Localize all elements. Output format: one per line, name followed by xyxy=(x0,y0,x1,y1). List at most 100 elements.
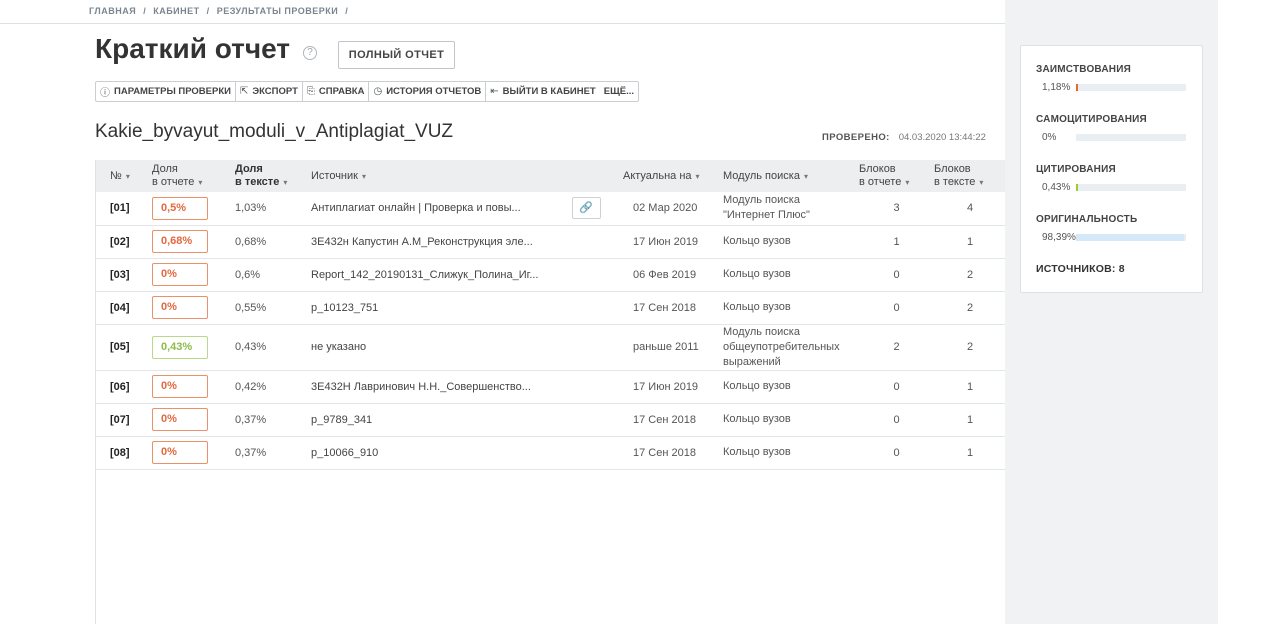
share-badge[interactable]: 0,5% xyxy=(152,196,208,220)
header-actual[interactable]: Актуальна на ▾ xyxy=(623,160,723,192)
header-label: в отчете xyxy=(859,176,902,188)
row-source[interactable]: p_10066_910 xyxy=(311,436,623,470)
help-icon[interactable]: ? xyxy=(303,46,317,60)
share-badge[interactable]: 0% xyxy=(152,408,208,431)
row-share-text: 0,42% xyxy=(235,370,311,404)
info-icon: ⓘ xyxy=(100,88,110,99)
header-blocks-text[interactable]: Блоков в тексте ▾ xyxy=(934,160,1006,192)
row-source[interactable]: Антиплагиат онлайн | Проверка и повы... 🔗 xyxy=(311,192,623,226)
header-label: в отчете xyxy=(152,176,195,188)
source-link[interactable]: Антиплагиат онлайн | Проверка и повы... xyxy=(311,202,521,214)
row-share-text: 0,55% xyxy=(235,291,311,325)
row-blocks-report: 2 xyxy=(859,324,934,371)
table-row[interactable]: [05] 0,43% 0,43% не указано раньше 2011 … xyxy=(96,324,1006,371)
row-module: Кольцо вузов xyxy=(723,225,859,259)
row-source[interactable]: p_10123_751 xyxy=(311,291,623,325)
toolbar-label: ПАРАМЕТРЫ ПРОВЕРКИ xyxy=(114,86,231,97)
row-num: [04] xyxy=(96,291,152,325)
share-badge[interactable]: 0,43% xyxy=(152,335,208,359)
stat-borrowings: ЗАИМСТВОВАНИЯ 1,18% xyxy=(1036,64,1186,93)
header-share-report[interactable]: Доля в отчете ▾ xyxy=(152,160,235,192)
help-book-icon: ⎘ xyxy=(306,86,315,97)
source-link[interactable]: 3E432н Капустин А.М_Реконструкция эле... xyxy=(311,236,533,248)
row-share-report: 0,5% xyxy=(152,192,235,226)
row-source[interactable]: не указано xyxy=(311,324,623,371)
row-blocks-report: 1 xyxy=(859,225,934,259)
row-share-report: 0% xyxy=(152,403,235,437)
row-module: Модуль поиска "Интернет Плюс" xyxy=(723,192,859,226)
link-icon[interactable]: 🔗 xyxy=(571,197,601,220)
stat-label: САМОЦИТИРОВАНИЯ xyxy=(1036,114,1147,125)
chevron-down-icon: ▾ xyxy=(905,178,910,187)
row-date: 02 Мар 2020 xyxy=(623,192,723,226)
share-badge[interactable]: 0% xyxy=(152,375,208,398)
stat-bar xyxy=(1076,184,1186,191)
full-report-button[interactable]: ПОЛНЫЙ ОТЧЕТ xyxy=(338,41,455,69)
toolbar-exit-cabinet[interactable]: ⇤ ВЫЙТИ В КАБИНЕТ xyxy=(486,82,599,101)
row-share-report: 0% xyxy=(152,436,235,470)
breadcrumb-separator: / xyxy=(206,6,210,16)
share-badge[interactable]: 0% xyxy=(152,296,208,319)
chevron-down-icon: ▾ xyxy=(125,171,130,181)
stat-bar-fill xyxy=(1076,184,1078,191)
row-share-report: 0,68% xyxy=(152,225,235,259)
row-share-text: 1,03% xyxy=(235,192,311,226)
toolbar-export[interactable]: ⇱ ЭКСПОРТ xyxy=(236,82,303,101)
header-label: № xyxy=(110,169,122,182)
share-badge[interactable]: 0% xyxy=(152,441,208,464)
checked-info: ПРОВЕРЕНО: 04.03.2020 13:44:22 xyxy=(822,132,986,143)
breadcrumb-results[interactable]: РЕЗУЛЬТАТЫ ПРОВЕРКИ xyxy=(217,6,339,16)
row-blocks-report: 0 xyxy=(859,403,934,437)
breadcrumb-home[interactable]: ГЛАВНАЯ xyxy=(89,6,136,16)
row-source[interactable]: 3E432Н Лавринович Н.Н._Совершенство... xyxy=(311,370,623,404)
table-row[interactable]: [06] 0% 0,42% 3E432Н Лавринович Н.Н._Сов… xyxy=(96,370,1006,404)
share-badge[interactable]: 0,68% xyxy=(152,230,208,253)
header-module[interactable]: Модуль поиска ▾ xyxy=(723,160,859,192)
row-blocks-text: 4 xyxy=(934,192,1006,226)
row-date: 17 Июн 2019 xyxy=(623,370,723,404)
chevron-down-icon: ▾ xyxy=(198,178,203,187)
sources-count: ИСТОЧНИКОВ: 8 xyxy=(1036,263,1125,275)
table-row[interactable]: [03] 0% 0,6% Report_142_20190131_Слижук_… xyxy=(96,258,1006,292)
table-row[interactable]: [02] 0,68% 0,68% 3E432н Капустин А.М_Рек… xyxy=(96,225,1006,259)
header-label: Доля xyxy=(235,163,263,175)
source-link[interactable]: Report_142_20190131_Слижук_Полина_Иг... xyxy=(311,269,538,281)
row-module: Кольцо вузов xyxy=(723,258,859,292)
report-toolbar: ⓘ ПАРАМЕТРЫ ПРОВЕРКИ ⇱ ЭКСПОРТ ⎘ СПРАВКА ◷ И… xyxy=(95,81,640,102)
breadcrumb: ГЛАВНАЯ / КАБИНЕТ / РЕЗУЛЬТАТЫ ПРОВЕРКИ … xyxy=(89,6,352,16)
row-source[interactable]: p_9789_341 xyxy=(311,403,623,437)
share-badge[interactable]: 0% xyxy=(152,263,208,286)
source-link[interactable]: p_10066_910 xyxy=(311,447,378,459)
header-source[interactable]: Источник ▾ xyxy=(311,160,623,192)
header-share-text[interactable]: Доля в тексте ▾ xyxy=(235,160,311,192)
source-link[interactable]: не указано xyxy=(311,341,366,353)
row-source[interactable]: Report_142_20190131_Слижук_Полина_Иг... xyxy=(311,258,623,292)
header-blocks-report[interactable]: Блоков в отчете ▾ xyxy=(859,160,934,192)
row-blocks-text: 1 xyxy=(934,436,1006,470)
toolbar-label: СПРАВКА xyxy=(318,86,365,97)
source-link[interactable]: p_10123_751 xyxy=(311,302,378,314)
toolbar-history[interactable]: ◷ ИСТОРИЯ ОТЧЕТОВ xyxy=(369,82,487,101)
breadcrumb-cabinet[interactable]: КАБИНЕТ xyxy=(153,6,199,16)
source-link[interactable]: 3E432Н Лавринович Н.Н._Совершенство... xyxy=(311,381,531,393)
header-num[interactable]: № ▾ xyxy=(96,160,152,192)
row-share-report: 0% xyxy=(152,370,235,404)
table-row[interactable]: [07] 0% 0,37% p_9789_341 17 Сен 2018 Кол… xyxy=(96,403,1006,437)
sources-table: № ▾ Доля в отчете ▾ Доля в тексте ▾ Источник ▾… xyxy=(96,160,1006,470)
table-row[interactable]: [01] 0,5% 1,03% Антиплагиат онлайн | Про… xyxy=(96,192,1006,226)
stat-self-citations: САМОЦИТИРОВАНИЯ 0% xyxy=(1036,114,1186,143)
toolbar-more[interactable]: ЕЩЁ... xyxy=(600,82,638,101)
sources-table-wrap: № ▾ Доля в отчете ▾ Доля в тексте ▾ Источник ▾… xyxy=(95,160,1006,624)
row-source[interactable]: 3E432н Капустин А.М_Реконструкция эле... xyxy=(311,225,623,259)
row-num: [01] xyxy=(96,192,152,226)
table-row[interactable]: [08] 0% 0,37% p_10066_910 17 Сен 2018 Ко… xyxy=(96,436,1006,470)
toolbar-check-params[interactable]: ⓘ ПАРАМЕТРЫ ПРОВЕРКИ xyxy=(96,82,236,101)
source-link[interactable]: p_9789_341 xyxy=(311,414,372,426)
breadcrumb-separator: / xyxy=(345,6,349,16)
toolbar-help[interactable]: ⎘ СПРАВКА xyxy=(303,82,370,101)
table-row[interactable]: [04] 0% 0,55% p_10123_751 17 Сен 2018 Ко… xyxy=(96,291,1006,325)
row-share-text: 0,37% xyxy=(235,403,311,437)
header-label: Блоков xyxy=(859,163,896,175)
checked-label: ПРОВЕРЕНО: xyxy=(822,132,890,143)
stat-label: ЗАИМСТВОВАНИЯ xyxy=(1036,64,1131,75)
